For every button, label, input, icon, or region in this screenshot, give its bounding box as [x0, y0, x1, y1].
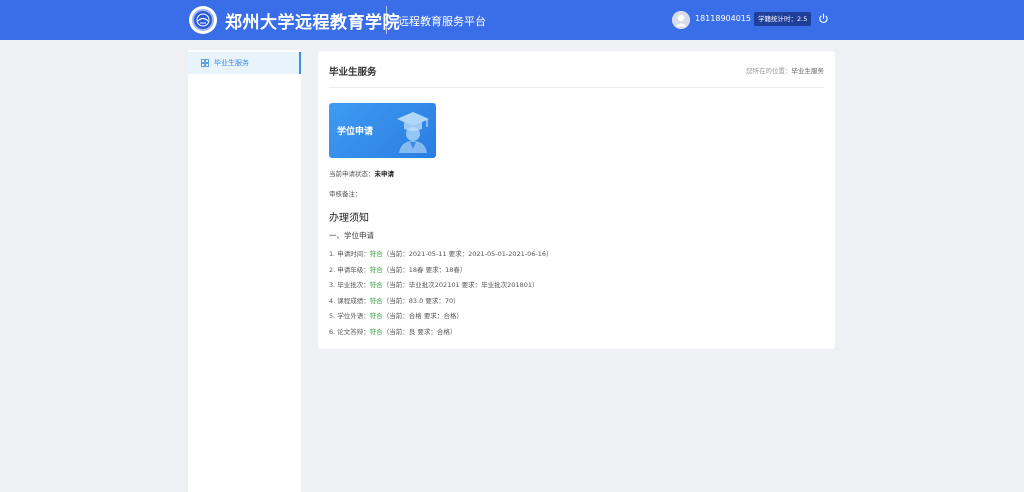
degree-application-button[interactable]: 学位申请 [329, 103, 436, 158]
main-panel: 毕业生服务 您所在的位置：毕业生服务 学位申请 当前申请状态：未申请 审核备注：… [318, 51, 835, 349]
notice-title: 办理须知 [329, 213, 369, 224]
requirement-item: 3. 毕业批次：符合（当前：毕业批次202101 要求：毕业批次201801） [329, 279, 538, 289]
status-value: 未申请 [374, 170, 395, 178]
remark-label: 审核备注： [329, 190, 362, 198]
requirement-result: 符合 [369, 328, 383, 336]
requirement-item: 2. 申请年级：符合（当前：18春 要求：18春） [329, 264, 466, 274]
page-title: 毕业生服务 [329, 67, 377, 78]
grid-icon [201, 59, 209, 67]
requirement-label: 6. 论文答辩： [329, 328, 370, 336]
requirement-item: 1. 申请时间：符合（当前：2021-05-11 要求：2021-05-01-2… [329, 248, 553, 258]
requirement-label: 3. 毕业批次： [329, 281, 370, 289]
breadcrumb: 您所在的位置：毕业生服务 [746, 65, 824, 75]
status-label: 当前申请状态： [329, 170, 375, 178]
sidebar: 毕业生服务 [188, 50, 301, 492]
university-logo-icon [189, 6, 217, 34]
requirement-item: 4. 课程成绩：符合（当前：83.0 要求：70） [329, 295, 460, 305]
requirement-label: 5. 学位外语： [329, 312, 370, 320]
requirement-label: 1. 申请时间： [329, 250, 370, 258]
sidebar-item-graduate-service[interactable]: 毕业生服务 [188, 52, 301, 74]
review-remark: 审核备注： [329, 188, 362, 198]
title-divider [386, 6, 387, 34]
requirement-label: 2. 申请年级： [329, 266, 370, 274]
credit-badge: 学籍统计时：2.5 [754, 12, 812, 26]
requirement-item: 5. 学位外语：符合（当前：合格 要求：合格） [329, 310, 463, 320]
requirement-detail: （当前：合格 要求：合格） [382, 312, 463, 320]
header-divider [329, 87, 824, 88]
breadcrumb-prefix: 您所在的位置： [746, 67, 792, 75]
requirement-item: 6. 论文答辩：符合（当前：良 要求：合格） [329, 326, 456, 336]
requirement-detail: （当前：2021-05-11 要求：2021-05-01-2021-06-16） [382, 250, 553, 258]
graduate-cap-icon [397, 112, 429, 153]
requirement-detail: （当前：毕业批次202101 要求：毕业批次201801） [382, 281, 539, 289]
notice-subtitle: 一、学位申请 [329, 231, 374, 240]
requirement-result: 符合 [369, 266, 383, 274]
top-header: 郑州大学远程教育学院 远程教育服务平台 18118904015 学籍统计时：2.… [0, 0, 1024, 40]
requirement-label: 4. 课程成绩： [329, 297, 370, 305]
logout-power-icon[interactable] [818, 13, 829, 24]
user-id: 18118904015 [695, 14, 751, 23]
requirement-result: 符合 [369, 297, 383, 305]
breadcrumb-current[interactable]: 毕业生服务 [792, 67, 825, 75]
user-avatar-icon[interactable] [672, 11, 690, 29]
requirement-detail: （当前：良 要求：合格） [382, 328, 457, 336]
requirement-result: 符合 [369, 312, 383, 320]
application-status: 当前申请状态：未申请 [329, 168, 394, 178]
requirement-detail: （当前：18春 要求：18春） [382, 266, 467, 274]
sidebar-item-label: 毕业生服务 [214, 59, 249, 67]
requirement-result: 符合 [369, 250, 383, 258]
requirement-detail: （当前：83.0 要求：70） [382, 297, 460, 305]
platform-name: 远程教育服务平台 [398, 15, 486, 28]
site-title: 郑州大学远程教育学院 [225, 13, 400, 33]
degree-card-label: 学位申请 [337, 127, 374, 137]
requirement-result: 符合 [369, 281, 383, 289]
